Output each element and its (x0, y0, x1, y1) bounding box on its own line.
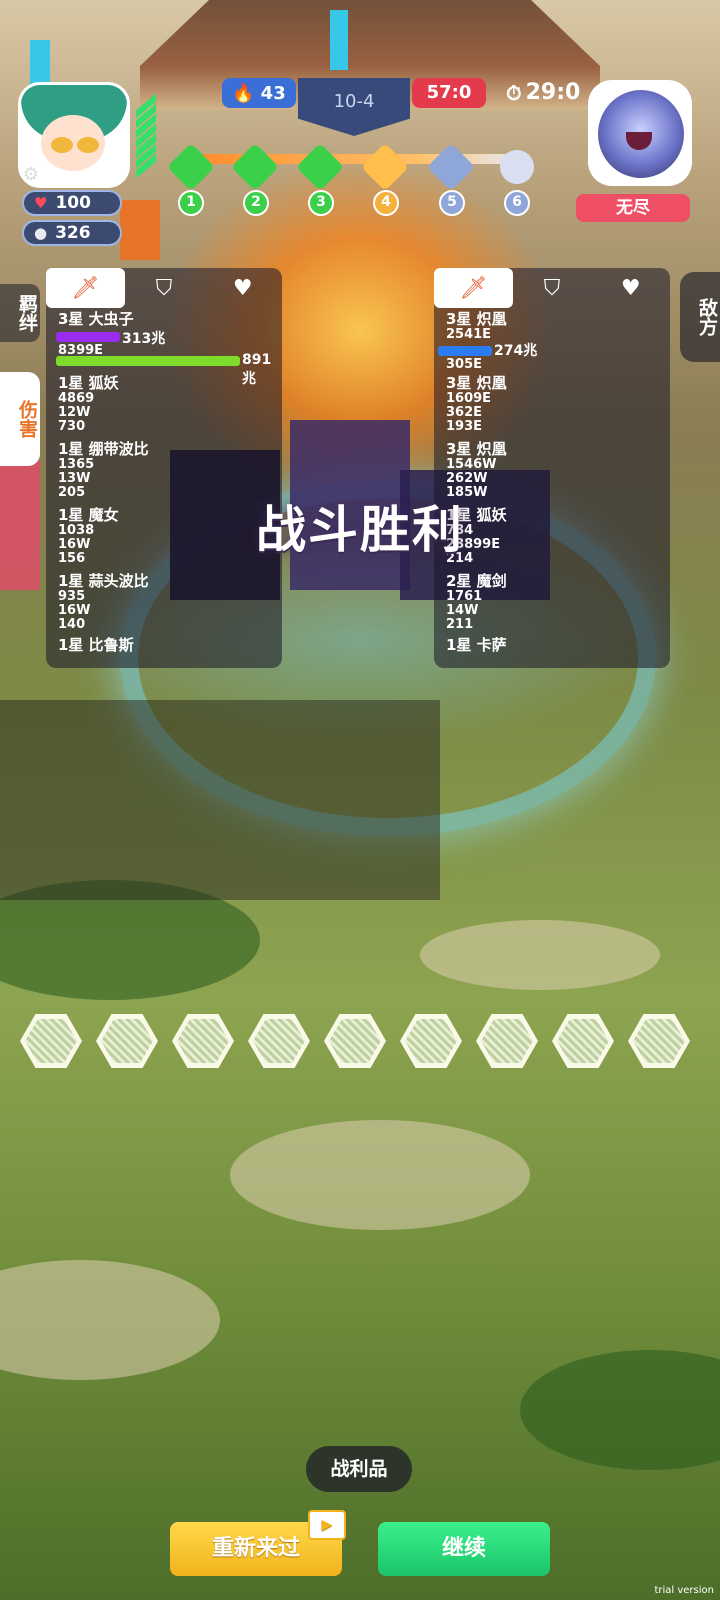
shadow (0, 700, 440, 900)
tab-attack[interactable]: 🗡 (434, 268, 513, 308)
bush (520, 1350, 720, 1470)
battle-timer: ⏱ 29:0 (506, 80, 581, 105)
tab-attack[interactable]: 🗡 (46, 268, 125, 308)
pixel-block (120, 200, 160, 260)
coin-value: 326 (55, 223, 91, 243)
unit-entry: 3星 大虫子 (58, 310, 276, 328)
unit-entry: 3星 炽凰 1609E 362E 193E (446, 374, 507, 434)
bench-slot[interactable] (628, 1014, 690, 1068)
stage-number-6: 6 (504, 190, 530, 216)
flame-badge: 🔥 43 (222, 78, 296, 108)
boss-avatar[interactable] (588, 80, 692, 186)
unit-name: 3星 大虫子 (58, 310, 134, 328)
tab-heal[interactable]: ♥ (591, 268, 670, 308)
stopwatch-icon: ⏱ (506, 80, 522, 105)
tab-bond[interactable]: 羁绊 (0, 284, 40, 342)
unit-value: 305E (446, 357, 483, 372)
pixel-block (0, 460, 40, 590)
stepping-stone (0, 1260, 220, 1380)
unit-entry: 3星 炽凰 2541E (446, 310, 507, 342)
tab-heal[interactable]: ♥ (203, 268, 282, 308)
sword-icon: 🗡 (459, 275, 488, 301)
sword-icon: 🗡 (71, 275, 100, 301)
unit-entry: 2星 魔剑 1761 14W 211 (446, 572, 507, 632)
stage-number-3: 3 (308, 190, 334, 216)
loot-button[interactable]: 战利品 (306, 1446, 412, 1492)
stage-number-5: 5 (439, 190, 465, 216)
skull-icon (500, 150, 534, 184)
bar-label: 274兆 (494, 343, 538, 359)
tab-defense[interactable]: ⛉ (125, 268, 204, 308)
hp-value: 100 (55, 193, 91, 213)
panel-tabs: 🗡 ⛉ ♥ (46, 268, 282, 308)
shield-icon: ⛉ (543, 275, 561, 301)
heart-icon: ♥ (620, 275, 641, 301)
damage-bar (56, 356, 240, 366)
heart-icon: ♥ (34, 194, 48, 212)
bench-slot[interactable] (20, 1014, 82, 1068)
stage-number-1: 1 (178, 190, 204, 216)
video-ad-icon: ▶ (308, 1510, 346, 1540)
stage-number-4: 4 (373, 190, 399, 216)
pixel-block (330, 10, 348, 70)
gear-icon[interactable]: ⚙ (20, 164, 42, 186)
bench-slot[interactable] (172, 1014, 234, 1068)
energy-bar (136, 93, 156, 184)
flame-icon: 🔥 (232, 82, 255, 104)
coin-pill: ● 326 (22, 220, 122, 246)
unit-entry: 1星 卡萨 (446, 636, 507, 654)
retry-button[interactable]: 重新来过 ▶ (170, 1510, 346, 1576)
damage-bar (438, 346, 492, 356)
bench-slot[interactable] (476, 1014, 538, 1068)
unit-entry: 1星 蒜头波比 935 16W 140 (58, 572, 149, 632)
bench-slot[interactable] (324, 1014, 386, 1068)
stepping-stone (420, 920, 660, 990)
bench-slot[interactable] (248, 1014, 310, 1068)
stepping-stone (230, 1120, 530, 1230)
tab-defense[interactable]: ⛉ (513, 268, 592, 308)
heart-icon: ♥ (232, 275, 253, 301)
tab-enemy[interactable]: 敌方 (680, 272, 720, 362)
unit-entry: 1星 狐妖 4869 12W 730 (58, 374, 119, 434)
score-badge: 57:0 (412, 78, 486, 108)
unit-entry: 1星 比鲁斯 (58, 636, 134, 654)
bench-slot[interactable] (552, 1014, 614, 1068)
tab-damage[interactable]: 伤害 (0, 372, 40, 466)
stage-number-2: 2 (243, 190, 269, 216)
victory-banner: 战斗胜利 (256, 501, 464, 559)
enemy-damage-panel: 🗡 ⛉ ♥ 3星 炽凰 2541E 274兆 305E 3星 炽凰 1609E … (434, 268, 670, 668)
bench-slots (20, 1014, 710, 1074)
damage-bar (56, 332, 120, 342)
boss-name-label: 无尽 (576, 194, 690, 222)
shield-icon: ⛉ (155, 275, 173, 301)
hp-pill: ♥ 100 (22, 190, 122, 216)
panel-tabs: 🗡 ⛉ ♥ (434, 268, 670, 308)
coin-icon: ● (34, 224, 48, 242)
bench-slot[interactable] (400, 1014, 462, 1068)
ally-damage-panel: 🗡 ⛉ ♥ 3星 大虫子 313兆 8399E 891兆 1星 狐妖 4869 … (46, 268, 282, 668)
continue-button[interactable]: 继续 (378, 1522, 550, 1576)
watermark: trial version (654, 1585, 714, 1596)
bench-slot[interactable] (96, 1014, 158, 1068)
